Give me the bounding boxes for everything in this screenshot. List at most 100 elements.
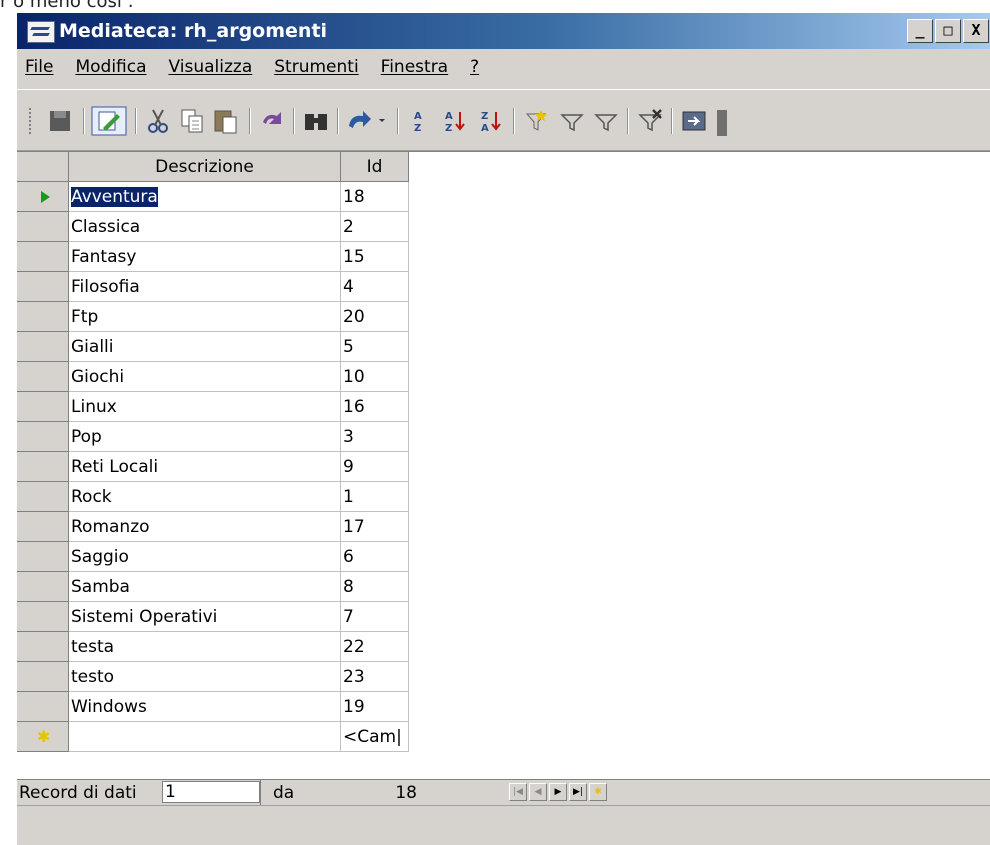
cell-id[interactable]: 16 — [341, 392, 409, 422]
row-header[interactable] — [17, 572, 69, 602]
column-header-id[interactable]: Id — [341, 152, 409, 182]
cell-id[interactable]: 3 — [341, 422, 409, 452]
cell-descrizione[interactable]: Gialli — [69, 332, 341, 362]
filter-icon[interactable] — [557, 106, 587, 136]
cell-descrizione[interactable]: Fantasy — [69, 242, 341, 272]
row-header[interactable] — [17, 182, 69, 212]
sort-icon[interactable]: A Z — [405, 106, 433, 136]
last-record-icon[interactable]: ▶| — [569, 783, 587, 801]
redo-icon[interactable] — [345, 106, 389, 136]
row-header[interactable] — [17, 392, 69, 422]
remove-filter-icon[interactable] — [635, 106, 665, 136]
table-row[interactable]: Pop 3 — [17, 422, 409, 452]
table-row[interactable]: Ftp 20 — [17, 302, 409, 332]
cell-descrizione[interactable]: Filosofia — [69, 272, 341, 302]
title-bar[interactable]: Mediateca: rh_argomenti _ □ X — [17, 13, 990, 49]
toolbar-overflow[interactable] — [717, 110, 727, 136]
row-header[interactable] — [17, 692, 69, 722]
toolbar-grip[interactable] — [29, 108, 34, 134]
table-row[interactable]: Avventura 18 — [17, 182, 409, 212]
row-header[interactable]: ✱ — [17, 722, 69, 752]
cell-descrizione[interactable]: testo — [69, 662, 341, 692]
cell-descrizione[interactable]: Avventura — [69, 182, 341, 212]
table-row[interactable]: Filosofia 4 — [17, 272, 409, 302]
cell-id[interactable]: 17 — [341, 512, 409, 542]
sort-descending-icon[interactable]: Z A — [477, 106, 507, 136]
paste-icon[interactable] — [211, 106, 241, 136]
table-row[interactable]: Romanzo 17 — [17, 512, 409, 542]
row-header[interactable] — [17, 422, 69, 452]
row-header[interactable] — [17, 512, 69, 542]
cell-id[interactable]: 10 — [341, 362, 409, 392]
cell-id[interactable]: 15 — [341, 242, 409, 272]
new-record-row[interactable]: ✱ <Cam| — [17, 722, 409, 752]
cell-descrizione[interactable]: Classica — [69, 212, 341, 242]
table-row[interactable]: Sistemi Operativi 7 — [17, 602, 409, 632]
table-row[interactable]: Windows 19 — [17, 692, 409, 722]
corner-cell[interactable] — [17, 152, 69, 182]
cell-id[interactable]: 22 — [341, 632, 409, 662]
table-row[interactable]: Rock 1 — [17, 482, 409, 512]
cell-id[interactable]: 2 — [341, 212, 409, 242]
copy-icon[interactable] — [177, 106, 207, 136]
find-icon[interactable] — [301, 106, 331, 136]
cell-descrizione[interactable]: Ftp — [69, 302, 341, 332]
cell-id[interactable]: 6 — [341, 542, 409, 572]
table-row[interactable]: Classica 2 — [17, 212, 409, 242]
previous-record-icon[interactable]: ◀ — [529, 783, 547, 801]
column-header-descrizione[interactable]: Descrizione — [69, 152, 341, 182]
row-header[interactable] — [17, 452, 69, 482]
menu-finestra[interactable]: Finestra — [381, 57, 448, 77]
cell-descrizione[interactable]: Windows — [69, 692, 341, 722]
edit-icon[interactable] — [91, 106, 127, 136]
table-row[interactable]: Linux 16 — [17, 392, 409, 422]
cell-id[interactable]: 18 — [341, 182, 409, 212]
cell-descrizione[interactable]: Pop — [69, 422, 341, 452]
cell-descrizione[interactable]: Romanzo — [69, 512, 341, 542]
table-row[interactable]: Reti Locali 9 — [17, 452, 409, 482]
row-header[interactable] — [17, 212, 69, 242]
table-row[interactable]: Samba 8 — [17, 572, 409, 602]
close-button[interactable]: X — [963, 19, 989, 43]
undo-icon[interactable] — [257, 106, 287, 136]
cell-id[interactable]: 19 — [341, 692, 409, 722]
menu-modifica[interactable]: Modifica — [75, 57, 146, 77]
cell-descrizione[interactable]: Reti Locali — [69, 452, 341, 482]
cell-descrizione[interactable] — [69, 722, 341, 752]
cell-id[interactable]: 4 — [341, 272, 409, 302]
row-header[interactable] — [17, 362, 69, 392]
cell-descrizione[interactable]: Giochi — [69, 362, 341, 392]
sort-ascending-icon[interactable]: A Z — [441, 106, 471, 136]
table-row[interactable]: Fantasy 15 — [17, 242, 409, 272]
row-header[interactable] — [17, 332, 69, 362]
minimize-button[interactable]: _ — [907, 19, 933, 43]
autofilter-icon[interactable] — [521, 106, 551, 136]
cell-descrizione[interactable]: Rock — [69, 482, 341, 512]
table-row[interactable]: Giochi 10 — [17, 362, 409, 392]
maximize-button[interactable]: □ — [935, 19, 961, 43]
cell-descrizione[interactable]: Sistemi Operativi — [69, 602, 341, 632]
menu-strumenti[interactable]: Strumenti — [274, 57, 358, 77]
cell-descrizione[interactable]: Linux — [69, 392, 341, 422]
next-record-icon[interactable]: ▶ — [549, 783, 567, 801]
new-record-icon[interactable]: ✱ — [589, 783, 607, 801]
cell-id[interactable]: 7 — [341, 602, 409, 632]
table-row[interactable]: Saggio 6 — [17, 542, 409, 572]
app-icon[interactable] — [27, 21, 55, 43]
menu-visualizza[interactable]: Visualizza — [169, 57, 253, 77]
cell-descrizione[interactable]: Saggio — [69, 542, 341, 572]
table-row[interactable]: testo 23 — [17, 662, 409, 692]
row-header[interactable] — [17, 662, 69, 692]
menu-help[interactable]: ? — [470, 57, 479, 77]
cell-id[interactable]: 8 — [341, 572, 409, 602]
menu-file[interactable]: File — [25, 57, 53, 77]
first-record-icon[interactable]: |◀ — [509, 783, 527, 801]
cell-descrizione[interactable]: Samba — [69, 572, 341, 602]
record-number-input[interactable]: 1 — [162, 781, 260, 803]
row-header[interactable] — [17, 272, 69, 302]
cell-id[interactable]: 5 — [341, 332, 409, 362]
cell-id[interactable]: 1 — [341, 482, 409, 512]
cut-icon[interactable] — [143, 106, 173, 136]
cell-id[interactable]: 9 — [341, 452, 409, 482]
standard-filter-icon[interactable] — [591, 106, 621, 136]
